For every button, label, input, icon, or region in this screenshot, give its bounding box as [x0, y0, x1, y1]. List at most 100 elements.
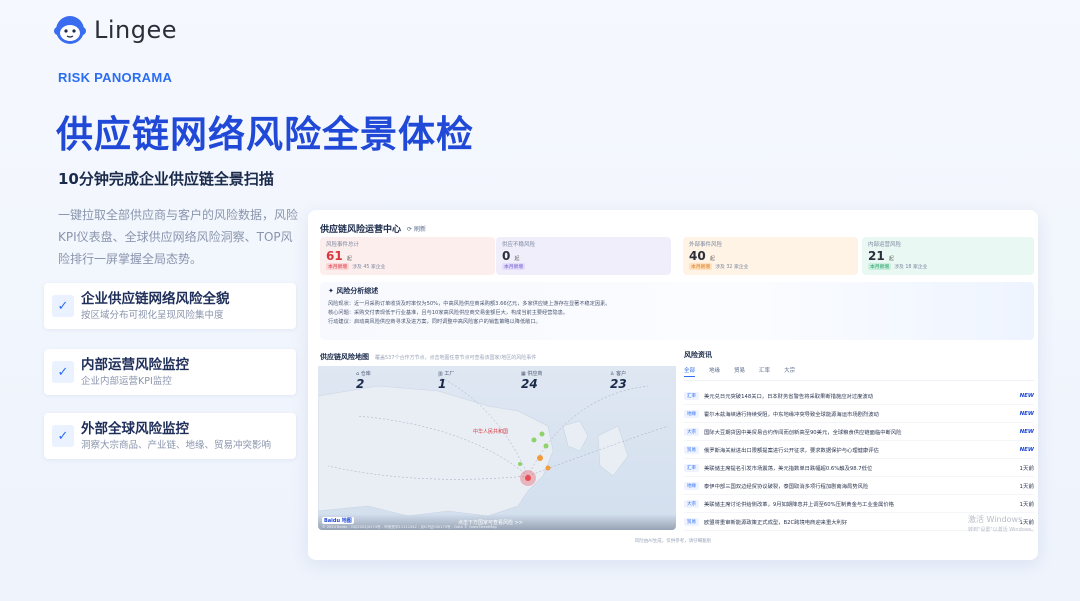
- check-icon: ✓: [52, 361, 74, 383]
- dashboard-panel: 供应链风险运营中心 ⟳ 刷新 风险事件总计 61 起 本月新增 涉及 45 家企业…: [308, 210, 1038, 560]
- feature-subtitle: 按区域分布可视化呈现风险集中度: [81, 309, 224, 321]
- check-icon: ✓: [52, 295, 74, 317]
- monkey-logo-icon: [54, 16, 86, 44]
- refresh-button[interactable]: ⟳ 刷新: [407, 224, 426, 233]
- news-tag: 地缘: [684, 481, 699, 490]
- watermark-line: 激活 Windows: [968, 515, 1023, 524]
- feature-card-network-risk: ✓ 企业供应链网络风险全貌 按区域分布可视化呈现风险集中度: [44, 283, 296, 329]
- factory-label: ▥ 工厂: [438, 371, 455, 377]
- news-time: 1天前: [1019, 501, 1035, 508]
- news-item[interactable]: 汇率 美联储主席提名引发市场震荡，美元指数单日跌幅超0.6%触及98.7低位 1…: [684, 459, 1034, 477]
- analysis-title: ✦ 风险分析综述: [328, 287, 379, 295]
- news-item[interactable]: 汇率 美元兑日元突破148关口，日本财务省警告将采取果断措施应对过度波动 NEW: [684, 387, 1034, 405]
- map-stat-supplier: ▦ 供应商 24: [521, 370, 542, 391]
- dashboard-title: 供应链风险运营中心: [320, 225, 402, 235]
- news-tab-all[interactable]: 全部: [684, 366, 696, 377]
- kpi-label: 风险事件总计: [326, 242, 360, 248]
- map-provider-logo: Baidu 地图: [322, 517, 354, 524]
- news-list: 汇率 美元兑日元突破148关口，日本财务省警告将采取果断措施应对过度波动 NEW…: [684, 387, 1034, 531]
- news-tag: 地缘: [684, 409, 699, 418]
- feature-card-internal-risk: ✓ 内部运营风险监控 企业内部运营KPI监控: [44, 349, 296, 395]
- customer-count: 23: [610, 377, 627, 391]
- page-title: 供应链网络风险全景体检: [56, 113, 474, 156]
- kpi-card-external-event[interactable]: 外部事件风险 40 起 本月新增 涉及 32 家企业: [683, 237, 858, 275]
- news-tab-trade[interactable]: 贸易: [734, 366, 745, 377]
- map-bottom-link[interactable]: 点击下方国家可查看风险 >>: [458, 519, 523, 526]
- supplier-label: ▦ 供应商: [521, 371, 543, 377]
- news-text: 国际大豆期货因中美贸易合约传闻而创新高至90美元，全球粮食供应链面临中断风险: [704, 429, 902, 436]
- news-item[interactable]: 大宗 国际大豆期货因中美贸易合约传闻而创新高至90美元，全球粮食供应链面临中断风…: [684, 423, 1034, 441]
- risk-map[interactable]: ⌂ 仓库 2 ▥ 工厂 1 ▦ 供应商 24 ♙ 客户 23 中华人民共和国 B…: [318, 366, 676, 530]
- news-text: 美联储主席提名引发市场震荡，美元指数单日跌幅超0.6%触及98.7低位: [704, 465, 873, 472]
- news-time: 1天前: [1019, 483, 1035, 490]
- map-header: 供应链风险地图 覆盖537个合作方节点，点击地图任意节点可查看该国家/地区的风险…: [318, 350, 676, 364]
- check-icon: ✓: [52, 425, 74, 447]
- map-title: 供应链风险地图: [320, 353, 369, 361]
- page-subtitle: 10分钟完成企业供应链全景扫描: [58, 170, 274, 188]
- news-text: 美联储主席讨论供给侧改革，9月如期降息并上调至60%压制黄金与工业金属价格: [704, 501, 894, 508]
- news-new-badge: NEW: [1019, 428, 1034, 435]
- windows-activation-watermark: 激活 Windows 转到"设置"以激活 Windows。: [968, 514, 1037, 536]
- news-tag: 大宗: [684, 427, 699, 436]
- news-tab-commodities[interactable]: 大宗: [784, 366, 795, 377]
- warehouse-count: 2: [356, 377, 365, 391]
- news-tab-geopolitics[interactable]: 地缘: [709, 366, 720, 377]
- watermark-line: 转到"设置"以激活 Windows。: [968, 527, 1037, 533]
- kpi-card-supply-instability[interactable]: 供应不稳风险 0 起 本月新增: [496, 237, 671, 275]
- factory-count: 1: [438, 377, 447, 391]
- news-tag: 贸易: [684, 445, 699, 454]
- news-item[interactable]: 地缘 泰伊中部三国双边经贸协议破裂，泰国取消多项行程加剧南海局势风险 1天前: [684, 477, 1034, 495]
- news-text: 美元兑日元突破148关口，日本财务省警告将采取果断措施应对过度波动: [704, 393, 874, 400]
- news-new-badge: NEW: [1019, 392, 1034, 399]
- kpi-meta: 本月新增 涉及 45 家企业: [326, 263, 386, 270]
- kpi-label: 外部事件风险: [689, 242, 723, 248]
- kpi-value: 21 起: [868, 249, 894, 263]
- news-text: 霍尔木兹海峡通行持续受阻，中东地缘冲突导致全球能源海运市场剧烈波动: [704, 411, 879, 418]
- analysis-line: 行动建议：启动高风险供应商寻求及进方案，同时调整中高风险客户的销售策略以降低敞口…: [328, 319, 541, 325]
- supplier-count: 24: [521, 377, 538, 391]
- risk-news-card: 风险资讯 全部 地缘 贸易 汇率 大宗 汇率 美元兑日元突破148关口，日本财务…: [684, 350, 1034, 535]
- brand-name: Lingee: [94, 16, 178, 44]
- map-stat-warehouse: ⌂ 仓库 2: [356, 370, 371, 391]
- news-item[interactable]: 大宗 美联储主席讨论供给侧改革，9月如期降息并上调至60%压制黄金与工业金属价格…: [684, 495, 1034, 513]
- refresh-label: 刷新: [413, 226, 426, 233]
- feature-subtitle: 企业内部运营KPI监控: [81, 375, 172, 387]
- news-tab-exchange-rate[interactable]: 汇率: [759, 366, 770, 377]
- feature-subtitle: 洞察大宗商品、产业链、地缘、贸易冲突影响: [81, 439, 272, 451]
- news-new-badge: NEW: [1019, 446, 1034, 453]
- kpi-label: 内部运营风险: [868, 242, 902, 248]
- kpi-label: 供应不稳风险: [502, 242, 536, 248]
- kpi-card-internal-ops[interactable]: 内部运营风险 21 起 本月新增 涉及 18 家企业: [862, 237, 1034, 275]
- feature-title: 外部全球风险监控: [81, 420, 189, 437]
- dashboard-header: 供应链风险运营中心 ⟳ 刷新: [320, 222, 426, 235]
- map-country-label: 中华人民共和国: [473, 429, 509, 435]
- eyebrow: RISK PANORAMA: [58, 70, 173, 85]
- risk-map-card: 供应链风险地图 覆盖537个合作方节点，点击地图任意节点可查看该国家/地区的风险…: [318, 350, 676, 530]
- news-new-badge: NEW: [1019, 410, 1034, 417]
- news-text: 俄罗斯海关就进出口限额提案进行公开征求，要求数据保护与心理健康评估: [704, 447, 879, 454]
- map-stat-factory: ▥ 工厂 1: [438, 370, 454, 391]
- map-stat-customer: ♙ 客户 23: [610, 370, 627, 391]
- news-text: 欧盟将重审新能源政策正式成型，B2C跨境电商迎来重大利好: [704, 519, 848, 526]
- feature-card-external-risk: ✓ 外部全球风险监控 洞察大宗商品、产业链、地缘、贸易冲突影响: [44, 413, 296, 459]
- news-item[interactable]: 地缘 霍尔木兹海峡通行持续受阻，中东地缘冲突导致全球能源海运市场剧烈波动 NEW: [684, 405, 1034, 423]
- kpi-card-total-risk[interactable]: 风险事件总计 61 起 本月新增 涉及 45 家企业: [320, 237, 495, 275]
- news-item[interactable]: 贸易 俄罗斯海关就进出口限额提案进行公开征求，要求数据保护与心理健康评估 NEW: [684, 441, 1034, 459]
- map-subtitle: 覆盖537个合作方节点，点击地图任意节点可查看该国家/地区的风险事件: [375, 354, 537, 361]
- news-text: 泰伊中部三国双边经贸协议破裂，泰国取消多项行程加剧南海局势风险: [704, 483, 869, 490]
- risk-analysis-summary: ✦ 风险分析综述 风险现状：近一月采购订单收货及时率仅为50%，中高风险供应商采…: [320, 282, 1034, 340]
- kpi-meta: 本月新增 涉及 18 家企业: [868, 263, 928, 270]
- analysis-line: 风险现状：近一月采购订单收货及时率仅为50%，中高风险供应商采购额3.66亿元，…: [328, 301, 611, 307]
- kpi-value: 61 起: [326, 249, 352, 263]
- logo: Lingee: [54, 14, 177, 46]
- kpi-meta: 本月新增: [502, 263, 526, 270]
- feature-title: 企业供应链网络风险全貌: [81, 290, 230, 307]
- news-tabs: 全部 地缘 贸易 汇率 大宗: [684, 366, 1034, 381]
- analysis-line: 核心问题：采购交付表现低于行业基准，且与10家高风险供应商交易金额巨大，构成当前…: [328, 310, 569, 316]
- news-tag: 贸易: [684, 517, 699, 526]
- kpi-value: 0 起: [502, 249, 520, 263]
- kpi-value: 40 起: [689, 249, 715, 263]
- news-tag: 汇率: [684, 463, 699, 472]
- news-tag: 汇率: [684, 391, 699, 400]
- news-title: 风险资讯: [684, 351, 712, 359]
